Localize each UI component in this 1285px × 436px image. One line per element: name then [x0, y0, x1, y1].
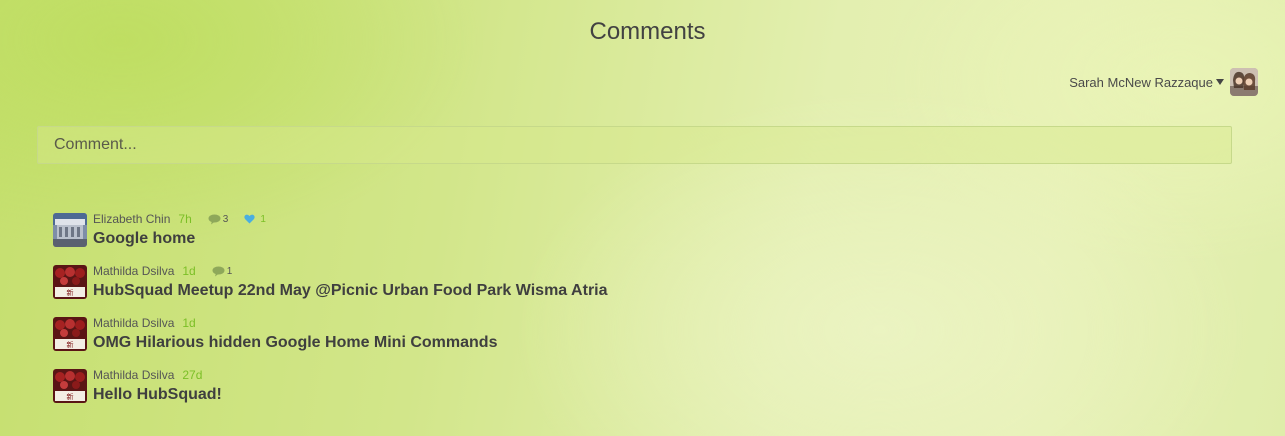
thread-author[interactable]: Mathilda Dsilva: [93, 316, 174, 330]
thread-body: Mathilda Dsilva 27d Hello HubSquad!: [93, 367, 222, 404]
comment-count: 3: [208, 213, 229, 225]
thread-item[interactable]: 新 Mathilda Dsilva 27d Hello HubSquad!: [53, 367, 608, 419]
chinese-sign-avatar: 新: [53, 265, 87, 299]
svg-text:新: 新: [67, 340, 74, 349]
thread-meta: Mathilda Dsilva 1d: [93, 315, 497, 331]
thread-item[interactable]: Elizabeth Chin 7h 3 1 Google home: [53, 211, 608, 263]
chinese-sign-avatar: 新: [53, 317, 87, 351]
thread-time: 1d: [182, 264, 196, 278]
thread-author[interactable]: Mathilda Dsilva: [93, 368, 174, 382]
comment-input[interactable]: [38, 127, 1231, 163]
thread-title[interactable]: HubSquad Meetup 22nd May @Picnic Urban F…: [93, 282, 608, 300]
user-menu[interactable]: Sarah McNew Razzaque: [1069, 68, 1258, 96]
thread-body: Mathilda Dsilva 1d OMG Hilarious hidden …: [93, 315, 497, 352]
svg-text:新: 新: [67, 288, 74, 297]
thread-time: 7h: [178, 212, 192, 226]
like-count-value: 1: [260, 213, 266, 225]
comment-bubble-icon: [212, 266, 225, 276]
chinese-sign-avatar: 新: [53, 369, 87, 403]
thread-list: Elizabeth Chin 7h 3 1 Google home 新 Math…: [53, 211, 608, 419]
thread-title[interactable]: Hello HubSquad!: [93, 386, 222, 404]
building-photo-avatar: [53, 213, 87, 247]
comment-bubble-icon: [208, 214, 221, 224]
thread-body: Mathilda Dsilva 1d 1 HubSquad Meetup 22n…: [93, 263, 608, 300]
thread-time: 27d: [182, 368, 203, 382]
user-avatar[interactable]: [1230, 68, 1258, 96]
thread-title[interactable]: Google home: [93, 230, 266, 248]
thread-meta: Elizabeth Chin 7h 3 1: [93, 211, 266, 227]
thread-time: 1d: [182, 316, 196, 330]
comment-count: 1: [212, 265, 233, 277]
user-name: Sarah McNew Razzaque: [1069, 74, 1213, 90]
heart-icon: [244, 214, 255, 224]
thread-meta: Mathilda Dsilva 27d: [93, 367, 222, 383]
page-title: Comments: [589, 18, 706, 45]
thread-body: Elizabeth Chin 7h 3 1 Google home: [93, 211, 266, 248]
like-count[interactable]: 1: [244, 214, 266, 225]
thread-title[interactable]: OMG Hilarious hidden Google Home Mini Co…: [93, 334, 497, 352]
comment-count-value: 1: [226, 265, 233, 277]
thread-author[interactable]: Elizabeth Chin: [93, 212, 170, 226]
thread-author[interactable]: Mathilda Dsilva: [93, 264, 174, 278]
caret-down-icon: [1216, 79, 1224, 85]
comment-box: [37, 126, 1232, 164]
comment-count-value: 3: [222, 213, 229, 225]
thread-item[interactable]: 新 Mathilda Dsilva 1d OMG Hilarious hidde…: [53, 315, 608, 367]
thread-item[interactable]: 新 Mathilda Dsilva 1d 1 HubSquad Meetup 2…: [53, 263, 608, 315]
thread-meta: Mathilda Dsilva 1d 1: [93, 263, 608, 279]
svg-text:新: 新: [67, 392, 74, 401]
